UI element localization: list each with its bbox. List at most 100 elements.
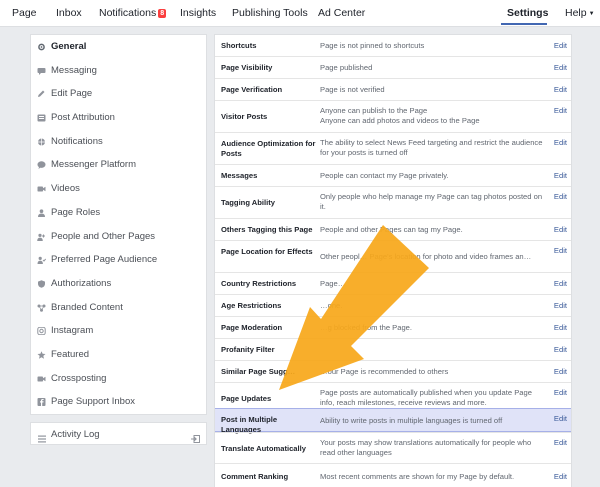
edit-link[interactable]: Edit xyxy=(554,323,567,333)
sidebar-item-crossposting[interactable]: Crossposting xyxy=(31,367,206,391)
settings-row: Similar Page Sugg… …our Page is recommend… xyxy=(215,360,571,382)
chevron-down-icon: ▼ xyxy=(588,11,595,17)
edit-link[interactable]: Edit xyxy=(554,367,567,377)
setting-value: People can contact my Page privately. xyxy=(320,171,449,180)
globe-icon xyxy=(37,138,46,146)
settings-row: Translate Automatically Your posts may sh… xyxy=(215,432,571,463)
sidebar-item-label: Notifications xyxy=(51,135,103,147)
messenger-icon xyxy=(37,161,46,170)
sidebar-item-preferred-page-audience[interactable]: Preferred Page Audience xyxy=(31,248,206,272)
active-tab-indicator xyxy=(501,23,547,25)
setting-label: Page Updates xyxy=(221,394,272,403)
nav-settings[interactable]: Settings xyxy=(507,7,548,19)
video-icon xyxy=(37,185,46,193)
setting-label: Comment Ranking xyxy=(221,472,289,481)
setting-value: Page is not verified xyxy=(320,85,385,94)
settings-row: Visitor Posts Anyone can publish to the P… xyxy=(215,100,571,132)
edit-link[interactable]: Edit xyxy=(554,472,567,482)
edit-link[interactable]: Edit xyxy=(554,345,567,355)
setting-value: Page published xyxy=(320,63,373,72)
sidebar-item-videos[interactable]: Videos xyxy=(31,177,206,201)
edit-link[interactable]: Edit xyxy=(554,41,567,51)
setting-label: Page Visibility xyxy=(221,63,273,72)
sidebar-item-page-support-inbox[interactable]: Page Support Inbox xyxy=(31,390,206,414)
sidebar-item-featured[interactable]: Featured xyxy=(31,343,206,367)
sidebar-item-label: Messaging xyxy=(51,64,97,76)
sidebar-item-messaging[interactable]: Messaging xyxy=(31,59,206,83)
instagram-icon xyxy=(37,327,46,336)
nav-inbox[interactable]: Inbox xyxy=(56,7,82,19)
authorization-icon xyxy=(37,280,46,288)
gear-icon xyxy=(37,43,46,51)
sidebar-item-notifications[interactable]: Notifications xyxy=(31,130,206,154)
setting-value: Your posts may show translations automat… xyxy=(320,438,532,457)
nav-publishing-tools[interactable]: Publishing Tools xyxy=(232,7,308,19)
nav-insights[interactable]: Insights xyxy=(180,7,216,19)
edit-link[interactable]: Edit xyxy=(554,438,567,448)
edit-link[interactable]: Edit xyxy=(554,225,567,235)
settings-row: Page Visibility Page published Edit xyxy=(215,56,571,78)
sidebar-item-label: General xyxy=(51,41,87,52)
nav-ad-center[interactable]: Ad Center xyxy=(318,7,365,19)
nav-help-label: Help xyxy=(565,7,587,19)
setting-label: Page Location for Effects xyxy=(221,247,313,256)
edit-link[interactable]: Edit xyxy=(554,388,567,398)
edit-link[interactable]: Edit xyxy=(554,171,567,181)
edit-link[interactable]: Edit xyxy=(554,192,567,202)
sidebar-item-label: Messenger Platform xyxy=(51,159,137,171)
sidebar-item-label: Preferred Page Audience xyxy=(51,254,158,266)
setting-label: Tagging Ability xyxy=(221,198,275,207)
star-icon xyxy=(37,351,46,359)
edit-link[interactable]: Edit xyxy=(554,85,567,95)
sidebar-item-edit-page[interactable]: Edit Page xyxy=(31,82,206,106)
edit-link[interactable]: Edit xyxy=(554,246,567,256)
setting-label: Page Verification xyxy=(221,85,283,94)
sidebar-item-label: Branded Content xyxy=(51,301,123,313)
general-settings-table: Shortcuts Page is not pinned to shortcuts… xyxy=(214,34,572,487)
sidebar-item-page-roles[interactable]: Page Roles xyxy=(31,201,206,225)
setting-value: Other peopl… Page's location for photo a… xyxy=(320,252,532,261)
sidebar-item-instagram[interactable]: Instagram xyxy=(31,319,206,343)
setting-label: Messages xyxy=(221,171,258,180)
edit-link[interactable]: Edit xyxy=(554,138,567,148)
flag-icon xyxy=(37,114,46,122)
person-icon xyxy=(37,209,46,217)
activity-log-label: Activity Log xyxy=(51,429,100,440)
setting-value: Page is not pinned to shortcuts xyxy=(320,41,425,50)
sidebar-item-messenger-platform[interactable]: Messenger Platform xyxy=(31,153,206,177)
edit-link[interactable]: Edit xyxy=(554,106,567,116)
settings-row: Tagging Ability Only people who help mana… xyxy=(215,186,571,218)
setting-label: Translate Automatically xyxy=(221,444,306,453)
edit-link[interactable]: Edit xyxy=(554,301,567,311)
pencil-icon xyxy=(37,90,46,98)
sidebar-item-branded-content[interactable]: Branded Content xyxy=(31,296,206,320)
sidebar-item-post-attribution[interactable]: Post Attribution xyxy=(31,106,206,130)
setting-value: Anyone can publish to the Page Anyone ca… xyxy=(320,106,480,125)
settings-row: Page Moderation …g blocked from the Page.… xyxy=(215,316,571,338)
sidebar-item-label: Page Support Inbox xyxy=(51,396,135,408)
setting-label: Others Tagging this Page xyxy=(221,225,313,234)
sidebar-item-general[interactable]: General xyxy=(31,35,206,59)
setting-value: …g blocked from the Page. xyxy=(320,323,413,332)
setting-value: The ability to select News Feed targetin… xyxy=(320,138,543,157)
sidebar-item-label: Post Attribution xyxy=(51,112,115,124)
setting-label: Audience Optimization for Posts xyxy=(221,139,316,158)
setting-label: Page Moderation xyxy=(221,323,283,332)
edit-link[interactable]: Edit xyxy=(554,63,567,73)
nav-notifications-label: Notifications xyxy=(99,7,157,19)
edit-link[interactable]: Edit xyxy=(554,279,567,289)
activity-log-button[interactable]: Activity Log xyxy=(30,422,207,445)
setting-value: Ability to write posts in multiple langu… xyxy=(320,416,503,425)
people-icon xyxy=(37,233,46,241)
settings-row: Shortcuts Page is not pinned to shortcuts… xyxy=(215,35,571,56)
settings-row: Country Restrictions Page… Edit xyxy=(215,272,571,294)
setting-label: Country Restrictions xyxy=(221,279,297,288)
sidebar-item-people-and-other-pages[interactable]: People and Other Pages xyxy=(31,225,206,249)
settings-row: Page Location for Effects Other peopl… Pa… xyxy=(215,240,571,272)
sidebar-item-authorizations[interactable]: Authorizations xyxy=(31,272,206,296)
nav-page[interactable]: Page xyxy=(12,7,37,19)
edit-link[interactable]: Edit xyxy=(554,414,567,424)
nav-help[interactable]: Help ▼ xyxy=(565,7,595,19)
sidebar-item-label: Videos xyxy=(51,183,80,195)
nav-notifications[interactable]: Notifications 8 xyxy=(99,7,167,19)
